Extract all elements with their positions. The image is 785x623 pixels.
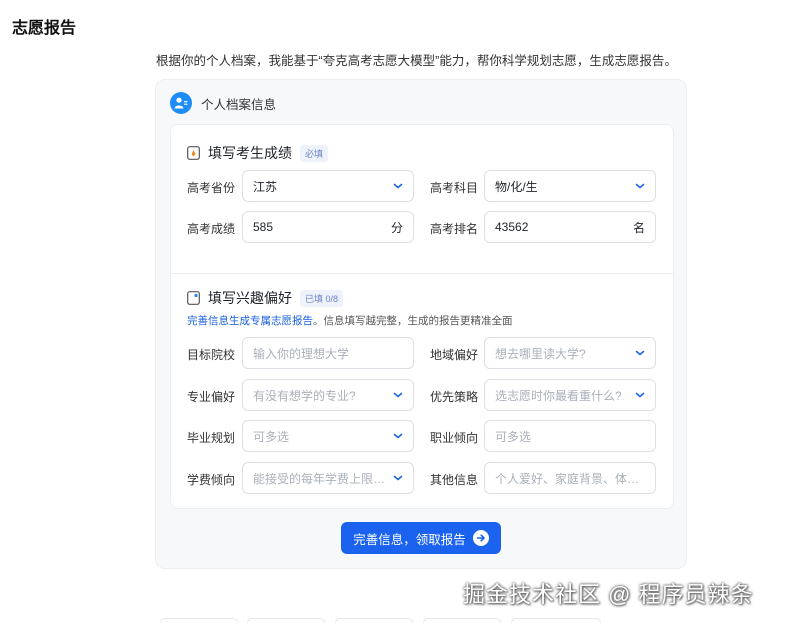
section-divider bbox=[171, 273, 673, 274]
score-label: 高考成绩 bbox=[187, 222, 236, 236]
chevron-down-icon bbox=[635, 350, 645, 356]
other-info-placeholder: 个人爱好、家庭背景、体检情况... bbox=[495, 471, 645, 486]
required-badge: 必填 bbox=[300, 144, 329, 162]
card-header-label: 个人档案信息 bbox=[201, 97, 277, 112]
other-info-label: 其他信息 bbox=[430, 473, 479, 487]
interest-form-icon bbox=[187, 291, 200, 305]
province-select[interactable]: 江苏 bbox=[242, 170, 414, 202]
region-select[interactable]: 想去哪里读大学? bbox=[484, 337, 656, 369]
hint-text: 完善信息生成专属志愿报告。信息填写越完整，生成的报告更精准全面 bbox=[187, 313, 513, 328]
career-placeholder: 可多选 bbox=[495, 429, 532, 444]
rank-value: 43562 bbox=[495, 220, 529, 234]
rank-unit: 名 bbox=[632, 220, 645, 235]
target-school-label: 目标院校 bbox=[187, 348, 236, 362]
interests-section-title-text: 填写兴趣偏好 bbox=[208, 290, 292, 306]
career-input[interactable]: 可多选 bbox=[484, 420, 656, 452]
major-placeholder: 有没有想学的专业? bbox=[253, 388, 356, 403]
hint-rest: 。信息填写越完整，生成的报告更精准全面 bbox=[313, 315, 513, 327]
strategy-select[interactable]: 选志愿时你最看重什么? bbox=[484, 379, 656, 411]
scores-section-title-text: 填写考生成绩 bbox=[208, 145, 292, 161]
profile-card: 个人档案信息 填写考生成绩 必填 高考省份 江苏 高考科目 物/化/生 高考成绩… bbox=[155, 79, 687, 569]
interests-section-title: 填写兴趣偏好 已填 0/8 bbox=[187, 288, 344, 308]
tuition-placeholder: 能接受的每年学费上限是... bbox=[253, 471, 387, 486]
target-school-input[interactable]: 输入你的理想大学 bbox=[242, 337, 414, 369]
intro-text: 根据你的个人档案，我能基于“夸克高考志愿大模型”能力，帮你科学规划志愿，生成志愿… bbox=[156, 54, 677, 68]
subjects-value: 物/化/生 bbox=[495, 179, 538, 194]
chevron-down-icon bbox=[393, 433, 403, 439]
chevron-down-icon bbox=[393, 475, 403, 481]
chevron-down-icon bbox=[635, 392, 645, 398]
tuition-label: 学费倾向 bbox=[187, 473, 236, 487]
score-input[interactable]: 585 分 bbox=[242, 211, 414, 243]
graduation-select[interactable]: 可多选 bbox=[242, 420, 414, 452]
profile-icon bbox=[170, 92, 192, 114]
strategy-label: 优先策略 bbox=[430, 390, 479, 404]
form-panel: 填写考生成绩 必填 高考省份 江苏 高考科目 物/化/生 高考成绩 585 分 … bbox=[170, 124, 674, 509]
subjects-label: 高考科目 bbox=[430, 181, 479, 195]
bottom-tab[interactable] bbox=[160, 618, 238, 623]
page-title: 志愿报告 bbox=[12, 20, 77, 37]
rank-input[interactable]: 43562 名 bbox=[484, 211, 656, 243]
chevron-down-icon bbox=[393, 392, 403, 398]
strategy-placeholder: 选志愿时你最看重什么? bbox=[495, 388, 622, 403]
province-label: 高考省份 bbox=[187, 181, 236, 195]
chevron-down-icon bbox=[393, 183, 403, 189]
chevron-down-icon bbox=[635, 183, 645, 189]
major-label: 专业偏好 bbox=[187, 390, 236, 404]
scores-section-title: 填写考生成绩 必填 bbox=[187, 143, 329, 163]
bottom-tab[interactable] bbox=[511, 618, 601, 623]
watermark: 掘金技术社区 @ 程序员辣条 bbox=[463, 582, 754, 607]
bottom-tab[interactable] bbox=[423, 618, 501, 623]
graduation-label: 毕业规划 bbox=[187, 431, 236, 445]
bottom-tab[interactable] bbox=[335, 618, 413, 623]
hint-link[interactable]: 完善信息生成专属志愿报告 bbox=[187, 315, 313, 327]
score-value: 585 bbox=[253, 220, 274, 234]
progress-badge: 已填 0/8 bbox=[300, 289, 344, 307]
rank-label: 高考排名 bbox=[430, 222, 479, 236]
subjects-select[interactable]: 物/化/生 bbox=[484, 170, 656, 202]
region-placeholder: 想去哪里读大学? bbox=[495, 346, 586, 361]
score-form-icon bbox=[187, 146, 200, 160]
graduation-placeholder: 可多选 bbox=[253, 429, 290, 444]
submit-button-label: 完善信息，领取报告 bbox=[353, 532, 466, 547]
score-unit: 分 bbox=[390, 220, 403, 235]
card-header: 个人档案信息 bbox=[170, 92, 276, 114]
region-label: 地域偏好 bbox=[430, 348, 479, 362]
province-value: 江苏 bbox=[253, 179, 278, 194]
other-info-input[interactable]: 个人爱好、家庭背景、体检情况... bbox=[484, 462, 656, 494]
career-label: 职业倾向 bbox=[430, 431, 479, 445]
bottom-tab[interactable] bbox=[247, 618, 325, 623]
tuition-select[interactable]: 能接受的每年学费上限是... bbox=[242, 462, 414, 494]
target-school-placeholder: 输入你的理想大学 bbox=[253, 346, 350, 361]
major-select[interactable]: 有没有想学的专业? bbox=[242, 379, 414, 411]
submit-button[interactable]: 完善信息，领取报告 bbox=[341, 522, 501, 554]
arrow-right-icon bbox=[472, 530, 489, 546]
